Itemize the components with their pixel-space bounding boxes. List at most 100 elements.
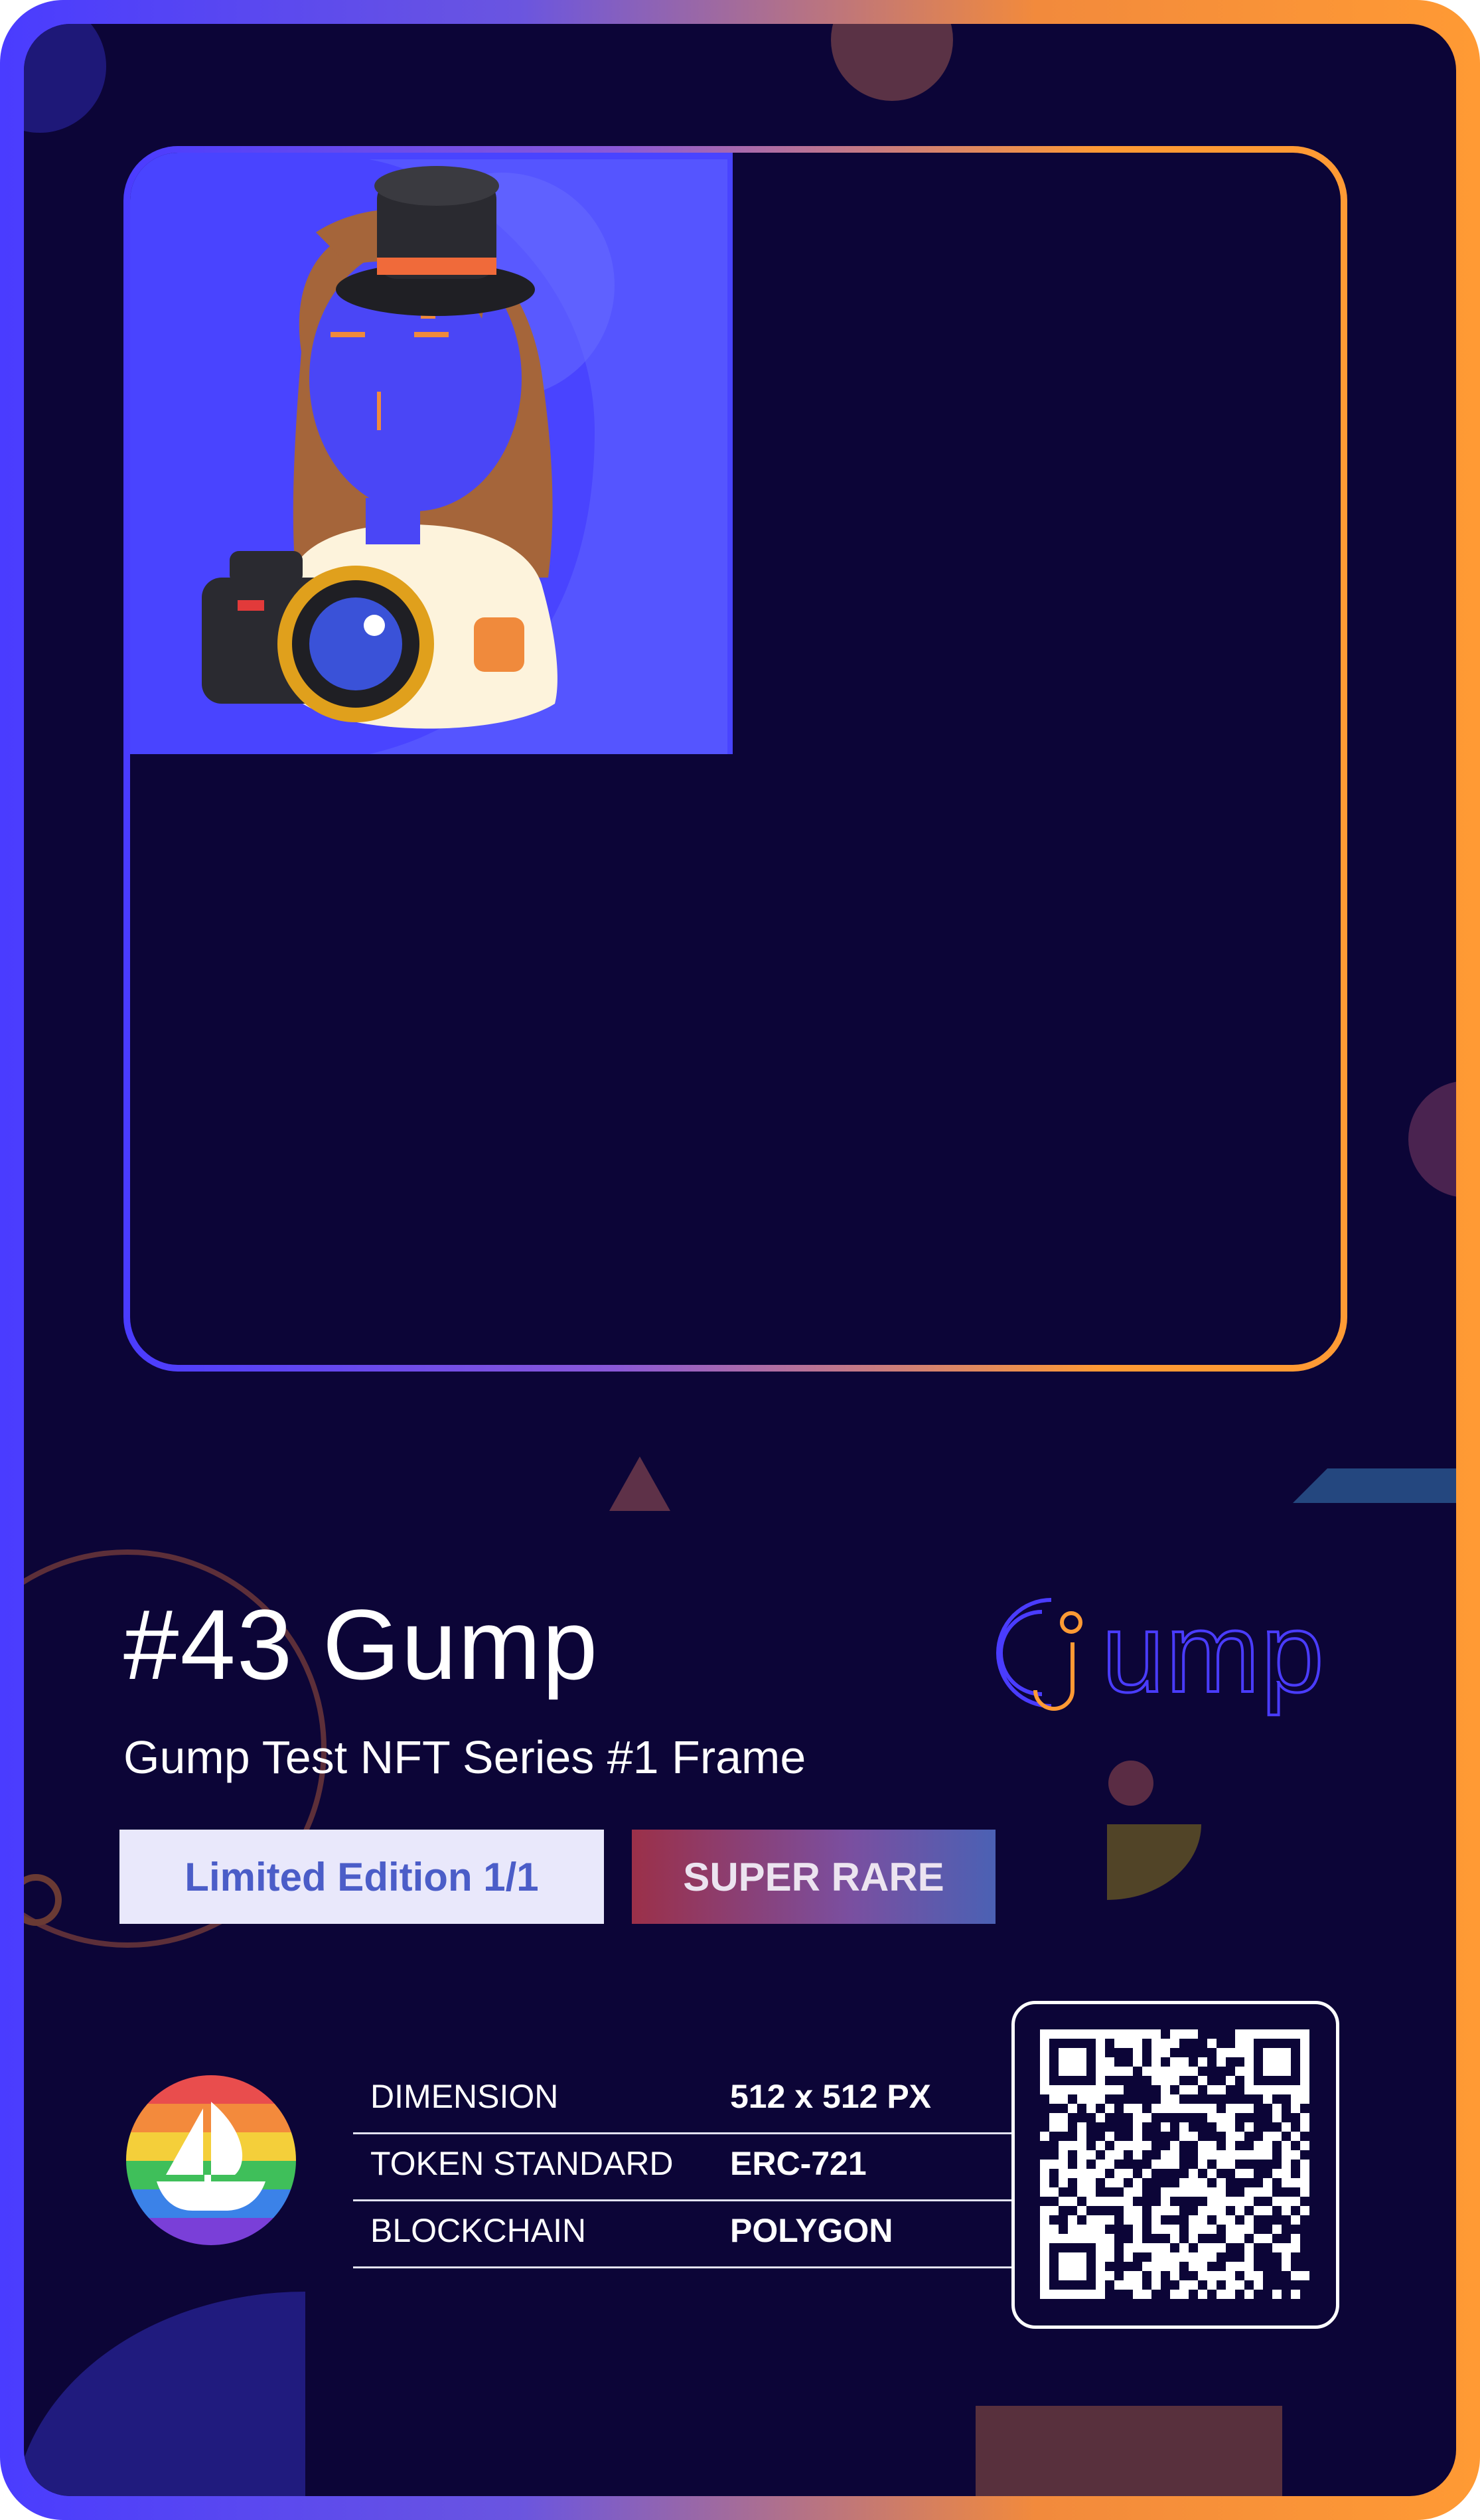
qr-module [1151, 2048, 1161, 2057]
qr-module [1282, 2160, 1291, 2169]
qr-module [1151, 2225, 1161, 2234]
qr-module [1300, 2271, 1309, 2280]
qr-module [1300, 2122, 1309, 2132]
qr-module [1235, 2039, 1244, 2048]
qr-module [1179, 2104, 1189, 2113]
qr-module [1086, 2104, 1096, 2113]
qr-module [1096, 2160, 1105, 2169]
qr-module [1059, 2122, 1068, 2132]
qr-module [1124, 2141, 1133, 2150]
qr-module [1124, 2039, 1133, 2048]
qr-module [1291, 2234, 1300, 2243]
deco-dot [1108, 1761, 1153, 1806]
qr-module [1198, 2076, 1207, 2085]
qr-module [1291, 2104, 1300, 2113]
qr-module [1300, 2160, 1309, 2169]
qr-module [1142, 2243, 1151, 2252]
qr-module [1161, 2039, 1170, 2048]
qr-module [1226, 2104, 1235, 2113]
qr-module [1189, 2234, 1198, 2243]
qr-module [1189, 2085, 1198, 2094]
qr-module [1077, 2132, 1086, 2141]
gump-logo: ump [996, 1589, 1325, 1717]
image-frame-inner [130, 153, 1341, 1365]
qr-module [1170, 2262, 1179, 2271]
qr-module [1207, 2225, 1217, 2234]
qr-module [1179, 2252, 1189, 2262]
qr-module [1114, 2197, 1124, 2206]
qr-module [1282, 2243, 1291, 2252]
qr-module [1272, 2113, 1282, 2122]
qr-module [1151, 2057, 1161, 2067]
qr-module [1189, 2178, 1198, 2187]
qr-module [1105, 2234, 1114, 2243]
qr-module [1077, 2169, 1086, 2178]
qr-module [1068, 2169, 1077, 2178]
qr-module [1207, 2039, 1217, 2048]
qr-module [1291, 2132, 1300, 2141]
qr-module [1226, 2215, 1235, 2225]
qr-module [1263, 2206, 1272, 2215]
qr-module [1207, 2280, 1217, 2290]
qr-module [1151, 2067, 1161, 2076]
qr-module [1217, 2057, 1226, 2067]
qr-module [1105, 2057, 1114, 2067]
qr-module [1096, 2113, 1105, 2122]
qr-module [1086, 2215, 1096, 2225]
qr-module [1068, 2197, 1077, 2206]
qr-module [1198, 2225, 1207, 2234]
qr-module [1105, 2104, 1114, 2113]
qr-module [1096, 2094, 1105, 2104]
qr-module [1217, 2243, 1226, 2252]
qr-module [1133, 2206, 1142, 2215]
qr-module [1049, 2206, 1059, 2215]
qr-module [1142, 2141, 1151, 2150]
qr-module [1124, 2169, 1133, 2178]
spec-row-token-standard: TOKEN STANDARD ERC-721 [353, 2134, 1017, 2201]
qr-module [1291, 2271, 1300, 2280]
qr-module [1151, 2039, 1161, 2048]
opensea-icon[interactable] [126, 2075, 296, 2245]
qr-module [1217, 2160, 1226, 2169]
qr-module [1170, 2104, 1179, 2113]
qr-module [1124, 2197, 1133, 2206]
qr-module [1170, 2206, 1179, 2215]
qr-module [1235, 2132, 1244, 2141]
qr-module [1114, 2039, 1124, 2048]
qr-module [1198, 2104, 1207, 2113]
qr-module [1049, 2094, 1059, 2104]
qr-module [1086, 2187, 1096, 2197]
deco-circle-right [1408, 1081, 1456, 1197]
qr-code[interactable] [1011, 2001, 1339, 2329]
qr-module [1124, 2215, 1133, 2225]
spec-value: POLYGON [730, 2212, 893, 2249]
qr-module [1226, 2234, 1235, 2243]
qr-module [1040, 2160, 1049, 2169]
qr-module [1189, 2252, 1198, 2262]
qr-module [1077, 2225, 1086, 2234]
qr-module [1161, 2094, 1170, 2104]
qr-module [1059, 2169, 1068, 2178]
qr-module [1161, 2160, 1170, 2169]
qr-module [1142, 2169, 1151, 2178]
qr-module [1151, 2271, 1161, 2280]
qr-module [1189, 2029, 1198, 2039]
qr-module [1226, 2122, 1235, 2132]
qr-code-pattern [1040, 2029, 1309, 2299]
rarity-badge: SUPER RARE [632, 1830, 996, 1924]
qr-module [1244, 2262, 1254, 2271]
qr-module [1077, 2150, 1086, 2160]
qr-module [1300, 2178, 1309, 2187]
qr-module [1198, 2150, 1207, 2160]
qr-module [1170, 2067, 1179, 2076]
qr-module [1263, 2234, 1272, 2243]
qr-module [1151, 2280, 1161, 2290]
deco-rect-bottom [976, 2406, 1282, 2496]
qr-module [1114, 2067, 1124, 2076]
qr-module [1049, 2187, 1059, 2197]
image-frame [123, 146, 1347, 1372]
qr-module [1114, 2141, 1124, 2150]
qr-module [1226, 2280, 1235, 2290]
qr-finder-center [1263, 2048, 1291, 2076]
qr-module [1235, 2206, 1244, 2215]
